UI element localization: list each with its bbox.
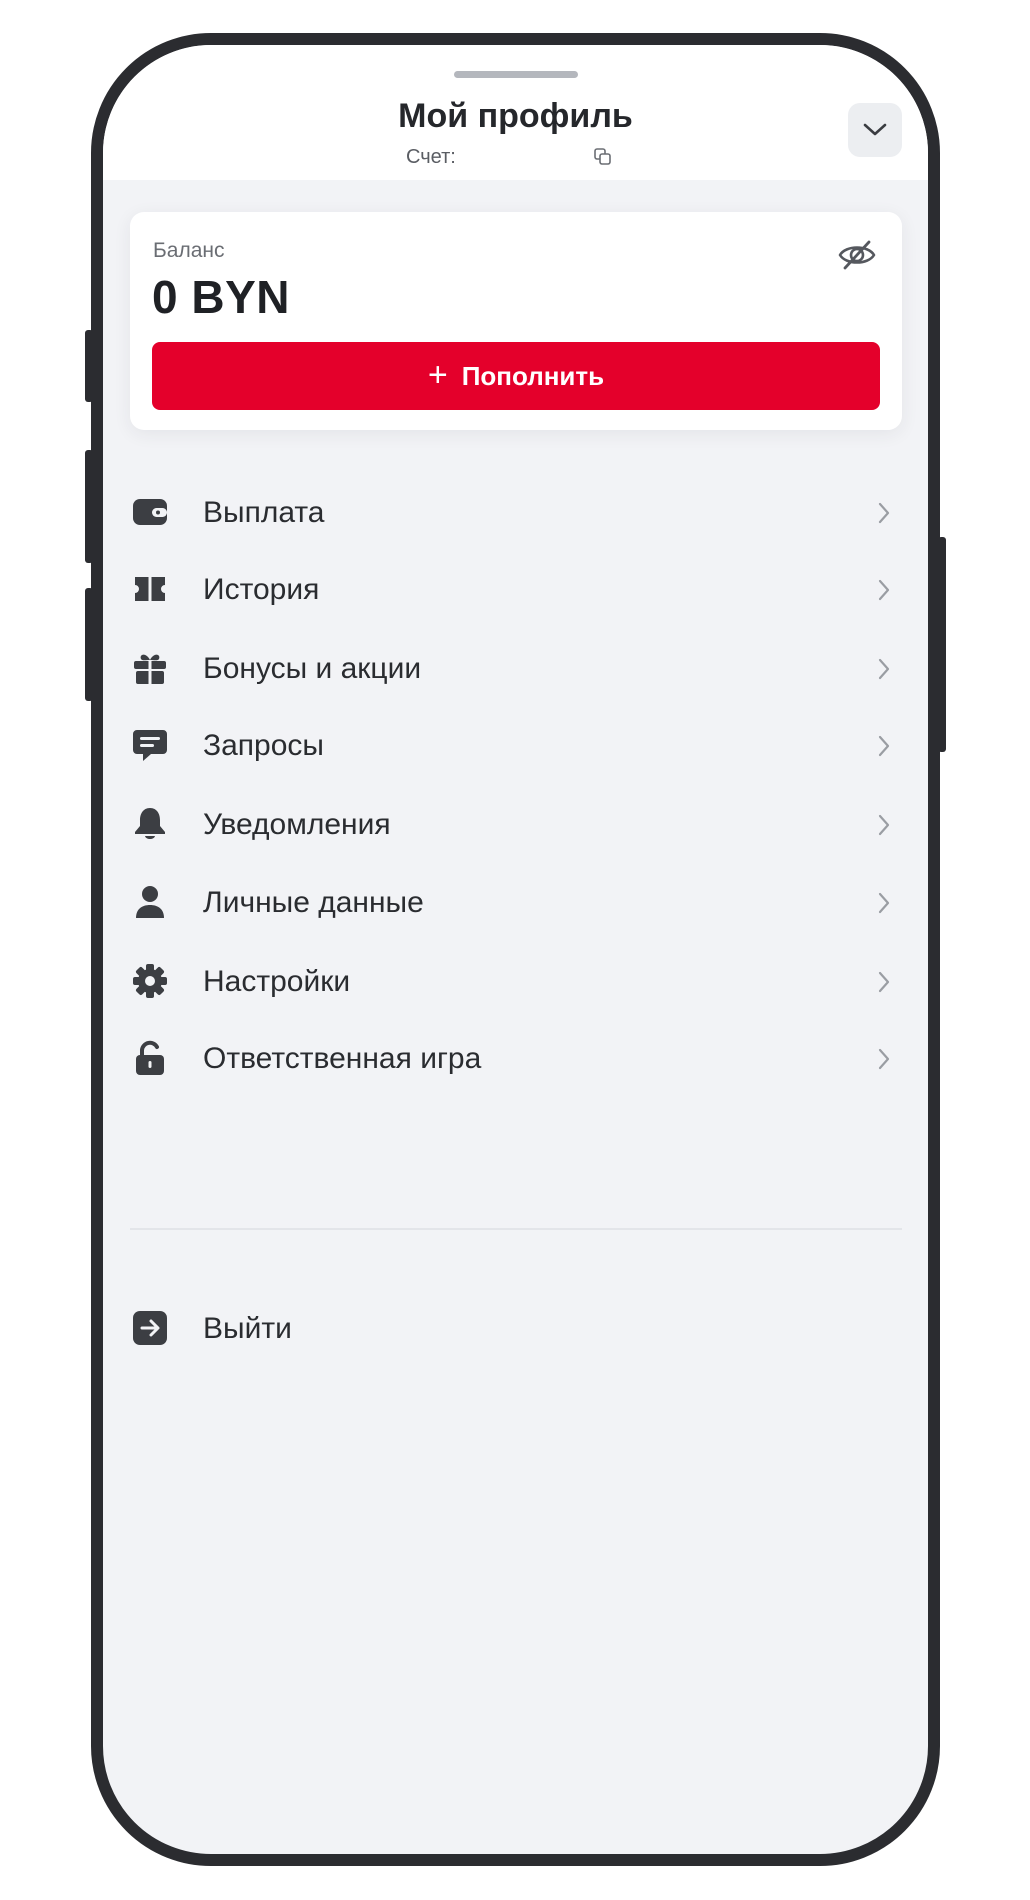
- collapse-button[interactable]: [848, 103, 902, 157]
- sheet-grabber[interactable]: [454, 71, 578, 78]
- menu-item-settings[interactable]: Настройки: [103, 951, 928, 1011]
- chevron-right-icon: [878, 971, 890, 993]
- menu-item-payout[interactable]: Выплата: [103, 482, 928, 542]
- menu-item-history[interactable]: История: [103, 559, 928, 619]
- chevron-right-icon: [878, 892, 890, 914]
- chevron-right-icon: [878, 579, 890, 601]
- chat-icon: [133, 730, 167, 761]
- menu-item-notifications[interactable]: Уведомления: [103, 794, 928, 854]
- user-icon: [136, 886, 164, 918]
- menu-item-bonuses[interactable]: Бонусы и акции: [103, 638, 928, 698]
- menu-item-label: Выплата: [203, 496, 325, 529]
- plus-icon: +: [427, 355, 448, 394]
- lock-icon: [136, 1040, 164, 1075]
- logout-label: Выйти: [203, 1312, 292, 1345]
- gear-icon: [133, 964, 167, 998]
- topup-label: Пополнить: [461, 360, 605, 391]
- chevron-right-icon: [878, 1048, 890, 1070]
- menu-item-label: Уведомления: [203, 808, 391, 841]
- menu-item-responsible-gaming[interactable]: Ответственная игра: [103, 1028, 928, 1088]
- bell-icon: [135, 808, 165, 839]
- menu-item-label: Ответственная игра: [203, 1042, 482, 1075]
- chevron-down-icon: [863, 123, 887, 136]
- menu-item-label: Настройки: [203, 965, 351, 998]
- menu-divider: [130, 1228, 902, 1230]
- chevron-right-icon: [878, 814, 890, 836]
- gift-icon: [134, 654, 166, 684]
- topup-button[interactable]: + Пополнить: [152, 342, 880, 410]
- logout-button[interactable]: Выйти: [103, 1298, 928, 1358]
- chevron-right-icon: [878, 735, 890, 757]
- chevron-right-icon: [878, 658, 890, 680]
- menu-item-label: Личные данные: [203, 886, 424, 919]
- balance-label: Баланс: [153, 239, 225, 262]
- menu-item-personal-data[interactable]: Личные данные: [103, 872, 928, 932]
- profile-header: Мой профиль Счет:: [103, 45, 928, 180]
- logout-icon: [133, 1311, 167, 1345]
- menu-item-label: История: [203, 573, 320, 606]
- wallet-icon: [133, 499, 167, 525]
- menu-item-requests[interactable]: Запросы: [103, 715, 928, 775]
- hide-balance-icon[interactable]: [836, 234, 878, 276]
- account-label: Счет:: [406, 146, 456, 168]
- chevron-right-icon: [878, 502, 890, 524]
- phone-frame: Мой профиль Счет: Баланс 0 BYN + Пополни…: [91, 33, 940, 1866]
- ticket-icon: [135, 577, 165, 601]
- copy-icon[interactable]: [593, 147, 613, 167]
- menu-item-label: Бонусы и акции: [203, 652, 422, 685]
- balance-value: 0 BYN: [152, 271, 290, 323]
- page-title: Мой профиль: [398, 97, 633, 135]
- menu-item-label: Запросы: [203, 729, 324, 762]
- balance-card: Баланс 0 BYN + Пополнить: [130, 212, 902, 430]
